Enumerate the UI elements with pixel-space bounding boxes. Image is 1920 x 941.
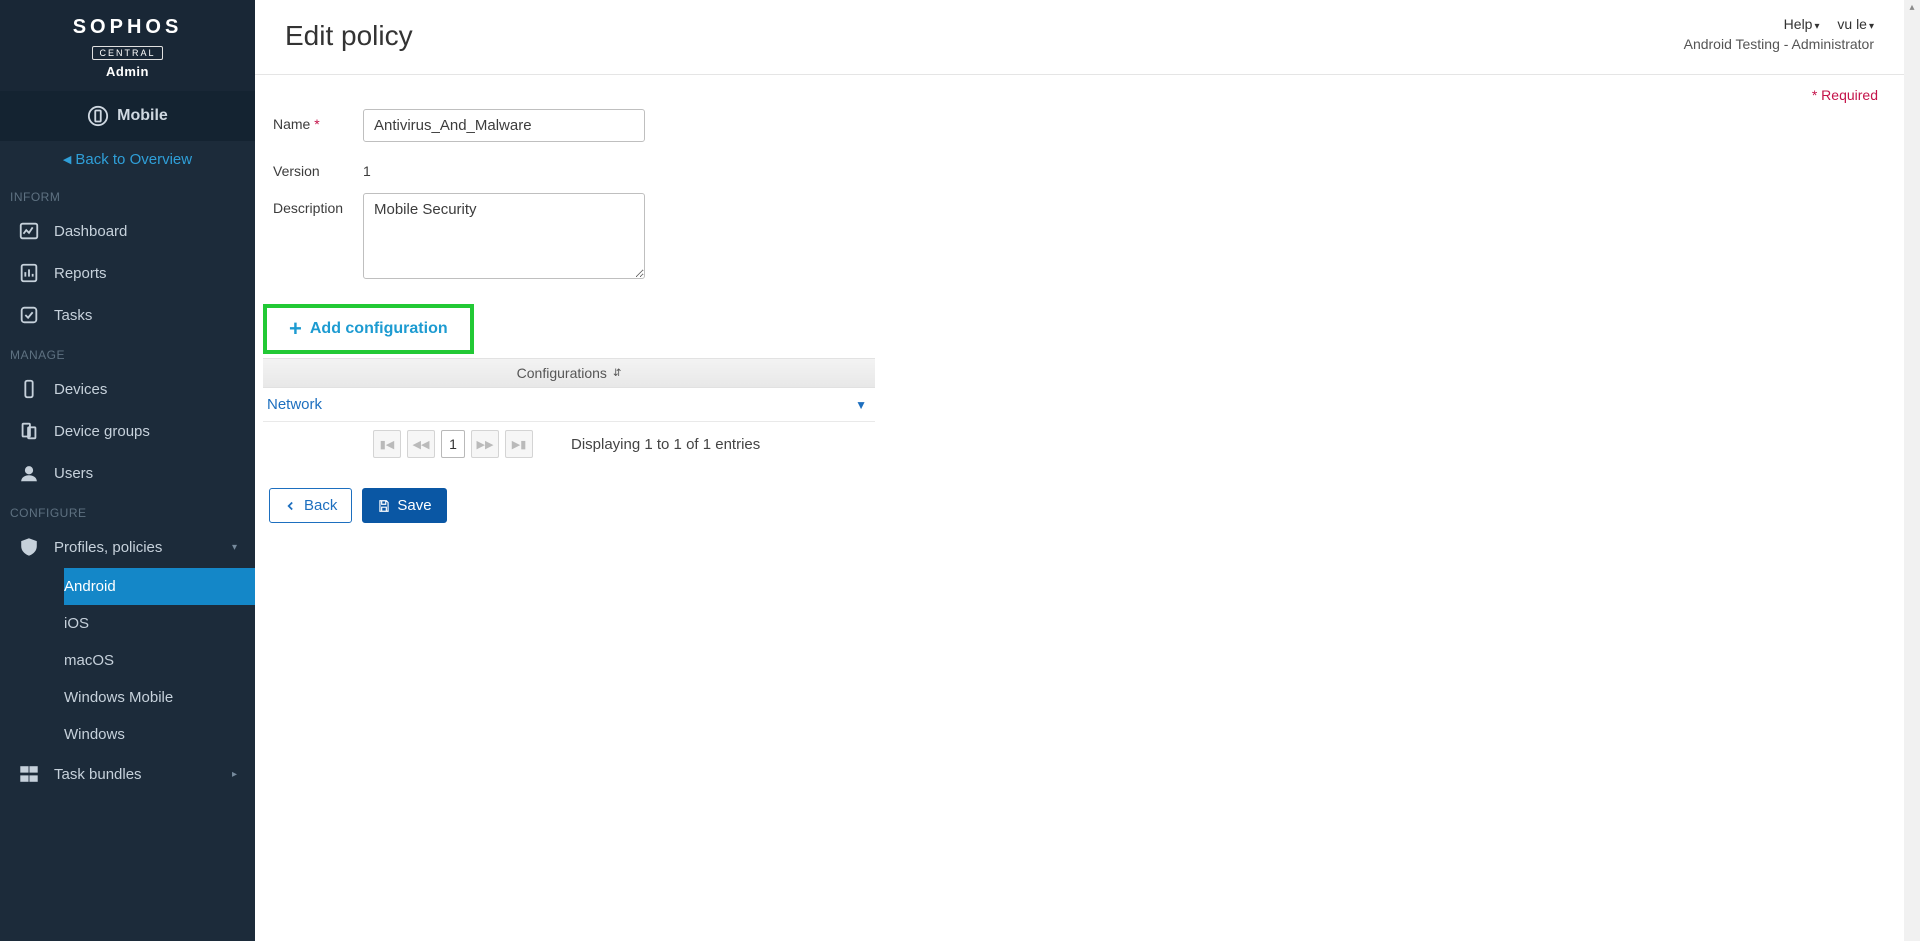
chevron-down-icon: ▾ xyxy=(232,542,237,553)
user-menu[interactable]: vu le xyxy=(1837,16,1874,32)
shield-icon xyxy=(18,536,40,558)
context-section: Mobile xyxy=(0,91,255,141)
help-menu[interactable]: Help xyxy=(1784,16,1820,32)
nav-windows[interactable]: Windows xyxy=(64,716,255,753)
add-configuration-label: Add configuration xyxy=(310,320,448,338)
pager-current[interactable]: 1 xyxy=(441,430,465,458)
pager: ▮◀ ◀◀ 1 ▶▶ ▶▮ Displaying 1 to 1 of 1 ent… xyxy=(263,422,875,458)
configurations-column-label: Configurations xyxy=(517,365,607,381)
nav-windows-mobile[interactable]: Windows Mobile xyxy=(64,679,255,716)
plus-icon: + xyxy=(289,320,302,338)
device-icon xyxy=(18,378,40,400)
content: * Required Name * Version 1 Description … xyxy=(255,75,1904,541)
back-button-label: Back xyxy=(304,497,337,514)
nav-profiles-children: Android iOS macOS Windows Mobile Windows xyxy=(0,568,255,753)
save-button-label: Save xyxy=(397,497,431,514)
sort-icon: ⇵ xyxy=(613,368,621,379)
nav-ios-label: iOS xyxy=(64,615,89,632)
section-manage-title: MANAGE xyxy=(0,336,255,368)
nav-android[interactable]: Android xyxy=(64,568,255,605)
nav-tasks-label: Tasks xyxy=(54,307,92,324)
back-button[interactable]: Back xyxy=(269,488,352,523)
nav-macos[interactable]: macOS xyxy=(64,642,255,679)
pager-last[interactable]: ▶▮ xyxy=(505,430,533,458)
page-header: Edit policy Help vu le Android Testing -… xyxy=(255,0,1904,75)
nav-dashboard-label: Dashboard xyxy=(54,223,127,240)
configuration-row-link[interactable]: Network xyxy=(267,396,322,413)
context-section-label: Mobile xyxy=(117,107,168,125)
chevron-right-icon: ▸ xyxy=(232,769,237,780)
required-hint: * Required xyxy=(263,87,1888,103)
nav-dashboard[interactable]: Dashboard xyxy=(0,210,255,252)
nav-devices-label: Devices xyxy=(54,381,107,398)
back-to-overview[interactable]: Back to Overview xyxy=(0,141,255,178)
nav-windows-mobile-label: Windows Mobile xyxy=(64,689,173,706)
section-configure-title: CONFIGURE xyxy=(0,494,255,526)
description-input[interactable]: Mobile Security xyxy=(363,193,645,279)
scroll-up-icon[interactable]: ▴ xyxy=(1904,2,1920,13)
pager-prev[interactable]: ◀◀ xyxy=(407,430,435,458)
nav-macos-label: macOS xyxy=(64,652,114,669)
add-configuration-button[interactable]: + Add configuration xyxy=(263,304,474,354)
save-button[interactable]: Save xyxy=(362,488,446,523)
brand-block: SOPHOS CENTRAL Admin xyxy=(0,0,255,91)
reports-icon xyxy=(18,262,40,284)
nav-android-label: Android xyxy=(64,578,116,595)
nav-profiles-policies-label: Profiles, policies xyxy=(54,539,162,556)
sidebar: SOPHOS CENTRAL Admin Mobile Back to Over… xyxy=(0,0,255,941)
nav-task-bundles[interactable]: Task bundles ▸ xyxy=(0,753,255,795)
configuration-row[interactable]: Network ▼ xyxy=(263,388,875,422)
brand-role: Admin xyxy=(0,64,255,79)
arrow-left-icon xyxy=(284,499,298,513)
scrollbar[interactable]: ▴ xyxy=(1904,0,1920,941)
pager-first[interactable]: ▮◀ xyxy=(373,430,401,458)
tasks-icon xyxy=(18,304,40,326)
nav-windows-label: Windows xyxy=(64,726,125,743)
nav-task-bundles-label: Task bundles xyxy=(54,766,142,783)
nav-profiles-policies[interactable]: Profiles, policies ▾ xyxy=(0,526,255,568)
configurations-column-header[interactable]: Configurations ⇵ xyxy=(263,359,875,388)
version-label: Version xyxy=(273,156,363,179)
nav-users-label: Users xyxy=(54,465,93,482)
configurations-table: Configurations ⇵ Network ▼ xyxy=(263,358,875,422)
nav-users[interactable]: Users xyxy=(0,452,255,494)
back-to-overview-link[interactable]: Back to Overview xyxy=(63,151,192,168)
brand-tag: CENTRAL xyxy=(92,46,162,60)
main-area: ▴ Edit policy Help vu le Android Testing… xyxy=(255,0,1920,941)
nav-reports-label: Reports xyxy=(54,265,107,282)
device-groups-icon xyxy=(18,420,40,442)
name-label: Name * xyxy=(273,109,363,132)
mobile-icon xyxy=(87,105,109,127)
nav-reports[interactable]: Reports xyxy=(0,252,255,294)
user-icon xyxy=(18,462,40,484)
action-row: Back Save xyxy=(263,458,1888,523)
nav-ios[interactable]: iOS xyxy=(64,605,255,642)
description-label: Description xyxy=(273,193,363,216)
brand-name: SOPHOS xyxy=(0,16,255,39)
header-subtitle: Android Testing - Administrator xyxy=(1684,36,1874,52)
name-input[interactable] xyxy=(363,109,645,142)
version-value: 1 xyxy=(363,156,371,179)
section-inform-title: INFORM xyxy=(0,178,255,210)
bundles-icon xyxy=(18,763,40,785)
pager-next[interactable]: ▶▶ xyxy=(471,430,499,458)
chart-icon xyxy=(18,220,40,242)
nav-device-groups[interactable]: Device groups xyxy=(0,410,255,452)
nav-tasks[interactable]: Tasks xyxy=(0,294,255,336)
nav-device-groups-label: Device groups xyxy=(54,423,150,440)
row-caret-icon[interactable]: ▼ xyxy=(855,398,867,412)
pager-info: Displaying 1 to 1 of 1 entries xyxy=(571,436,760,453)
nav-devices[interactable]: Devices xyxy=(0,368,255,410)
page-title: Edit policy xyxy=(285,20,413,52)
save-icon xyxy=(377,499,391,513)
